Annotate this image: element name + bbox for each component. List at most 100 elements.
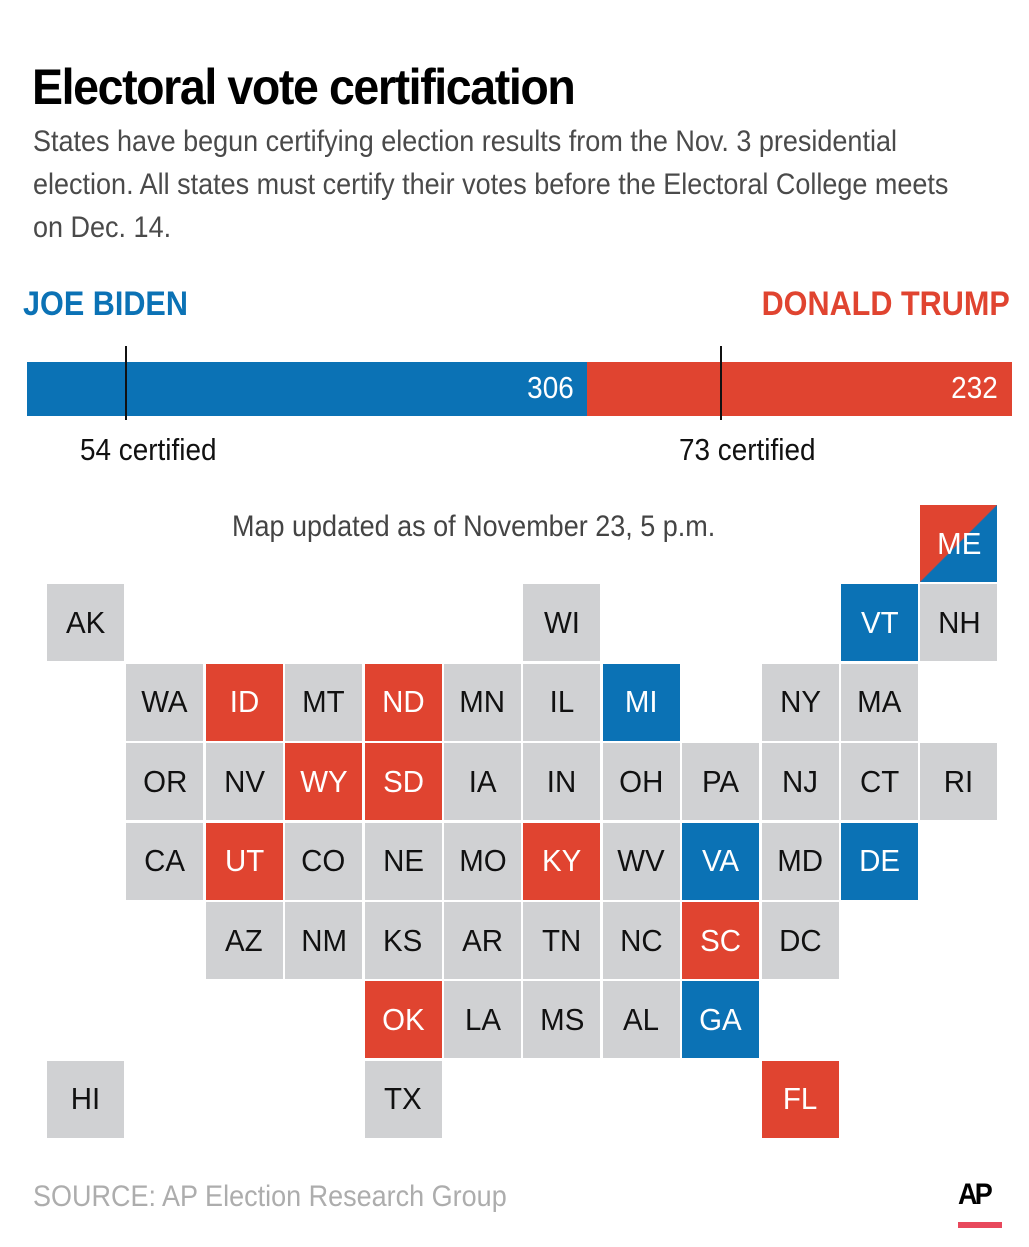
state-tile-label: MA	[857, 684, 902, 720]
ap-logo-text: AP	[958, 1178, 993, 1211]
ap-logo-underline	[958, 1222, 1002, 1228]
biden-label: JOE BIDEN	[23, 285, 188, 323]
state-tile-ks: KS	[364, 902, 442, 979]
trump-bar-segment: 232	[587, 362, 1012, 416]
state-tile-ga: GA	[682, 981, 760, 1059]
state-tile-mo: MO	[444, 822, 521, 900]
biden-vote-count: 306	[526, 370, 574, 405]
state-tile-ca: CA	[126, 822, 204, 900]
state-tile-label: GA	[699, 1001, 742, 1037]
state-tile-label: CA	[144, 843, 186, 879]
state-tile-label: NM	[300, 922, 347, 958]
trump-label: DONALD TRUMP	[761, 285, 1010, 323]
state-tile-vt: VT	[841, 584, 918, 662]
state-tile-label: TX	[384, 1081, 422, 1117]
state-tile-co: CO	[285, 822, 363, 900]
state-tile-nc: NC	[602, 902, 680, 979]
state-tile-label: AR	[462, 922, 503, 958]
state-tile-dc: DC	[761, 902, 839, 979]
state-tile-label: MO	[458, 843, 507, 879]
state-tile-ma: MA	[841, 663, 918, 741]
state-tile-label: ND	[381, 684, 425, 720]
state-tile-label: MD	[777, 843, 823, 879]
state-tile-label: UT	[224, 843, 264, 879]
state-tile-label: PA	[702, 763, 740, 799]
state-tile-label: WY	[299, 763, 348, 799]
state-tile-mt: MT	[285, 663, 363, 741]
state-tile-label: NE	[382, 843, 424, 879]
state-tile-wi: WI	[523, 584, 601, 662]
state-tile-nh: NH	[920, 584, 998, 662]
state-tile-label: OK	[381, 1001, 425, 1037]
state-tile-ct: CT	[841, 743, 918, 821]
state-tile-label: CO	[301, 843, 346, 879]
state-tile-label: SC	[700, 922, 742, 958]
state-tile-label: OH	[619, 763, 664, 799]
state-tile-label: WI	[543, 604, 580, 640]
state-tile-wv: WV	[602, 822, 680, 900]
page-title: Electoral vote certification	[32, 59, 576, 115]
state-tile-label: AL	[623, 1001, 660, 1037]
state-tile-label: MI	[624, 684, 658, 720]
state-tile-sc: SC	[682, 902, 760, 979]
ap-logo-icon: AP	[958, 1180, 1002, 1228]
state-tile-md: MD	[761, 822, 839, 900]
state-tile-label: NV	[223, 763, 265, 799]
state-tile-label: CT	[859, 763, 900, 799]
state-tile-label: KS	[383, 922, 423, 958]
state-tile-pa: PA	[682, 743, 760, 821]
state-tile-me: ME	[920, 505, 998, 582]
trump-certified-label: 73 certified	[678, 432, 816, 467]
biden-bar-segment: 306	[27, 362, 588, 416]
state-tile-label: MT	[302, 684, 345, 720]
state-tile-label: VA	[702, 843, 740, 879]
state-tile-label: SD	[382, 763, 424, 799]
state-tile-label: KY	[542, 843, 582, 879]
state-tile-hi: HI	[47, 1060, 124, 1138]
state-tile-label: LA	[464, 1001, 501, 1037]
state-tile-wy: WY	[285, 743, 363, 821]
state-tile-de: DE	[841, 822, 918, 900]
state-tile-label: WV	[617, 843, 666, 879]
state-tile-ut: UT	[205, 822, 283, 900]
state-tile-ar: AR	[444, 902, 521, 979]
state-tile-wa: WA	[126, 663, 204, 741]
biden-certified-label: 54 certified	[79, 432, 217, 467]
state-tile-mn: MN	[444, 663, 521, 741]
state-tile-label: MS	[539, 1001, 584, 1037]
state-tile-label: OR	[142, 763, 187, 799]
state-tile-il: IL	[523, 663, 601, 741]
state-tile-label: NH	[937, 604, 981, 640]
state-tile-ok: OK	[364, 981, 442, 1059]
state-tile-id: ID	[205, 663, 283, 741]
state-tile-oh: OH	[602, 743, 680, 821]
state-tile-la: LA	[444, 981, 521, 1059]
state-tile-label: VT	[860, 604, 899, 640]
map-updated-note: Map updated as of November 23, 5 p.m.	[232, 510, 716, 543]
state-tile-label: MN	[459, 684, 506, 720]
state-tile-nm: NM	[285, 902, 363, 979]
state-tile-label: IA	[468, 763, 497, 799]
state-tile-label: DC	[778, 922, 822, 958]
state-tile-az: AZ	[205, 902, 283, 979]
state-tile-ms: MS	[523, 981, 601, 1059]
state-tile-mi: MI	[602, 663, 680, 741]
state-tile-label: NC	[620, 922, 663, 958]
biden-certified-marker	[124, 346, 127, 420]
state-tile-nd: ND	[364, 663, 442, 741]
state-tile-ny: NY	[761, 663, 839, 741]
state-tile-al: AL	[602, 981, 680, 1059]
state-tile-label: TN	[542, 922, 582, 958]
state-tile-label: NY	[779, 684, 821, 720]
state-tile-ky: KY	[523, 822, 601, 900]
state-tile-label: FL	[782, 1081, 818, 1117]
state-tile-va: VA	[682, 822, 760, 900]
state-tile-label: WA	[141, 684, 189, 720]
state-tile-label: IN	[547, 763, 577, 799]
state-tile-ak: AK	[47, 584, 124, 662]
state-tile-nv: NV	[205, 743, 283, 821]
subtitle: States have begun certifying election re…	[33, 125, 949, 244]
state-tile-label: AK	[65, 604, 106, 640]
electoral-vote-bar: 306 232	[27, 362, 1012, 416]
state-tile-ri: RI	[920, 743, 998, 821]
